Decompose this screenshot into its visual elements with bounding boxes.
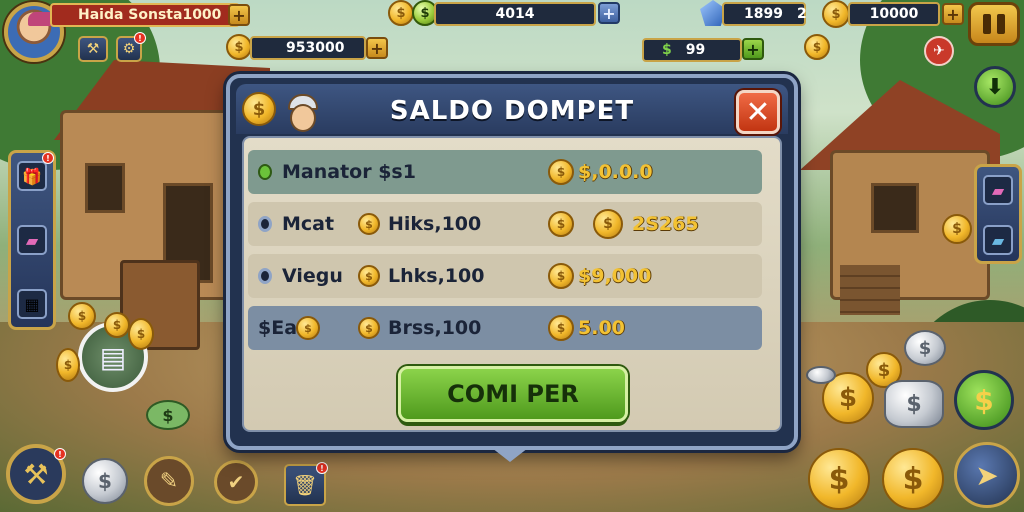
player-name-bar: Haida Sonsta1000 <box>50 3 240 27</box>
gold-value: 10000 <box>869 6 919 22</box>
cash-bar: $ 99 <box>642 38 742 62</box>
silver-coin-button[interactable]: $ <box>82 458 128 504</box>
row-mid: Hiks,100 <box>388 213 482 235</box>
row-amount: 2S265 <box>632 213 699 235</box>
coin-deco: $ <box>128 318 154 350</box>
row-mid-coin-icon: $ <box>358 213 380 235</box>
row-coin-icon: $ <box>548 263 574 289</box>
coin-icon-score: $ <box>388 0 414 26</box>
score-bar: 4014 <box>434 2 596 26</box>
pink-item-icon[interactable]: ▰ <box>983 175 1013 205</box>
coins-plus-button[interactable]: + <box>366 37 388 59</box>
wallet-row[interactable]: Manator $s1 $ $,0.0.0 <box>248 150 762 194</box>
send-arrow-icon[interactable]: ➤ <box>954 442 1020 508</box>
row-name: Viegu <box>282 265 343 287</box>
trash-badge: ! <box>316 462 328 474</box>
coin-button-2[interactable]: $ <box>882 448 944 510</box>
eraser-icon[interactable]: ▰ <box>17 225 47 255</box>
gold-plus-button[interactable]: + <box>942 3 964 25</box>
row-mid-coin-icon: $ <box>358 265 380 287</box>
row-amount: $9,000 <box>578 265 652 287</box>
row-amount: $,0.0.0 <box>578 161 653 183</box>
floating-coin-icon: $ <box>942 214 972 244</box>
score-value: 4014 <box>495 6 535 22</box>
wallet-row[interactable]: Viegu $ Lhks,100 $ $9,000 <box>248 254 762 298</box>
left-panel-badge: ! <box>42 152 54 164</box>
row-coin-icon-2: $ <box>593 209 623 239</box>
download-arrow-icon[interactable]: ⬇ <box>974 66 1016 108</box>
buy-button[interactable]: COMI PER <box>398 366 628 422</box>
coin-icon-small: $ <box>804 34 830 60</box>
row-name: Manator $s1 <box>282 161 416 183</box>
cash-plus-button[interactable]: + <box>742 38 764 60</box>
close-button[interactable]: ✕ <box>736 90 780 134</box>
row-name: Mcat <box>282 213 335 235</box>
hammer-icon[interactable]: ⚒ <box>78 36 108 62</box>
score-plus-button[interactable]: + <box>598 2 620 24</box>
pause-button[interactable] <box>968 2 1020 46</box>
player-plus-button[interactable]: + <box>228 4 250 26</box>
silver-coin-flat-icon <box>806 366 836 384</box>
buy-button-label: COMI PER <box>447 380 579 408</box>
row-amount: 5.00 <box>578 317 625 339</box>
row-coin-icon: $ <box>548 211 574 237</box>
leaf-icon <box>258 164 272 180</box>
notification-badge: ! <box>134 32 146 44</box>
coin-deco: $ <box>104 312 130 338</box>
blue-item-icon[interactable]: ▰ <box>983 225 1013 255</box>
gold-bar: 10000 <box>848 2 940 26</box>
pencil-icon[interactable]: ✎ <box>144 456 194 506</box>
build-badge: ! <box>54 448 66 460</box>
coin-icon: $ <box>226 34 252 60</box>
row-name-coin-icon: $ <box>296 316 320 340</box>
cash-bill-icon: $ <box>146 400 190 430</box>
gems-bar: 1899 2 <box>722 2 807 26</box>
cash-value: 99 <box>685 42 706 58</box>
dialog-header: $ SALDO DOMPET ✕ <box>236 84 788 134</box>
wallet-row[interactable]: Mcat $ Hiks,100 $ $ 2S265 <box>248 202 762 246</box>
gems-value: 1899 <box>744 6 783 22</box>
gems-multiplier: 2 <box>796 6 807 22</box>
row-mid: Lhks,100 <box>388 265 485 287</box>
coins-bar: 953000 <box>250 36 366 60</box>
cash-crate-icon[interactable]: ▦ <box>17 289 47 319</box>
silver-coin-icon: $ <box>904 330 946 366</box>
dialog-title: SALDO DOMPET <box>389 96 635 126</box>
wallet-row[interactable]: $Ea $ $ Brss,100 $ 5.00 <box>248 306 762 350</box>
row-mid: Brss,100 <box>388 317 482 339</box>
silver-coin-stack-icon: $ <box>884 380 944 428</box>
ring-icon <box>258 268 272 284</box>
green-dollar-button[interactable]: $ <box>954 370 1014 430</box>
coin-button[interactable]: $ <box>808 448 870 510</box>
player-name: Haida Sonsta1000 <box>78 7 222 23</box>
gold-coin-icon: $ <box>822 0 850 28</box>
coin-deco: $ <box>68 302 96 330</box>
coins-value: 953000 <box>286 40 345 56</box>
map-marker-icon[interactable]: ✈ <box>924 36 954 66</box>
row-coin-icon: $ <box>548 159 574 185</box>
row-name: $Ea <box>258 317 298 339</box>
coin-deco: $ <box>56 348 80 382</box>
row-mid-coin-icon: $ <box>358 317 380 339</box>
left-side-panel: 🎁 ▰ ▦ <box>8 150 56 330</box>
row-coin-icon: $ <box>548 315 574 341</box>
cash-label: $ <box>662 42 672 58</box>
ring-icon <box>258 216 272 232</box>
right-side-panel: ▰ ▰ <box>974 164 1022 264</box>
check-icon[interactable]: ✔ <box>214 460 258 504</box>
chest-icon[interactable]: 🎁 <box>17 161 47 191</box>
